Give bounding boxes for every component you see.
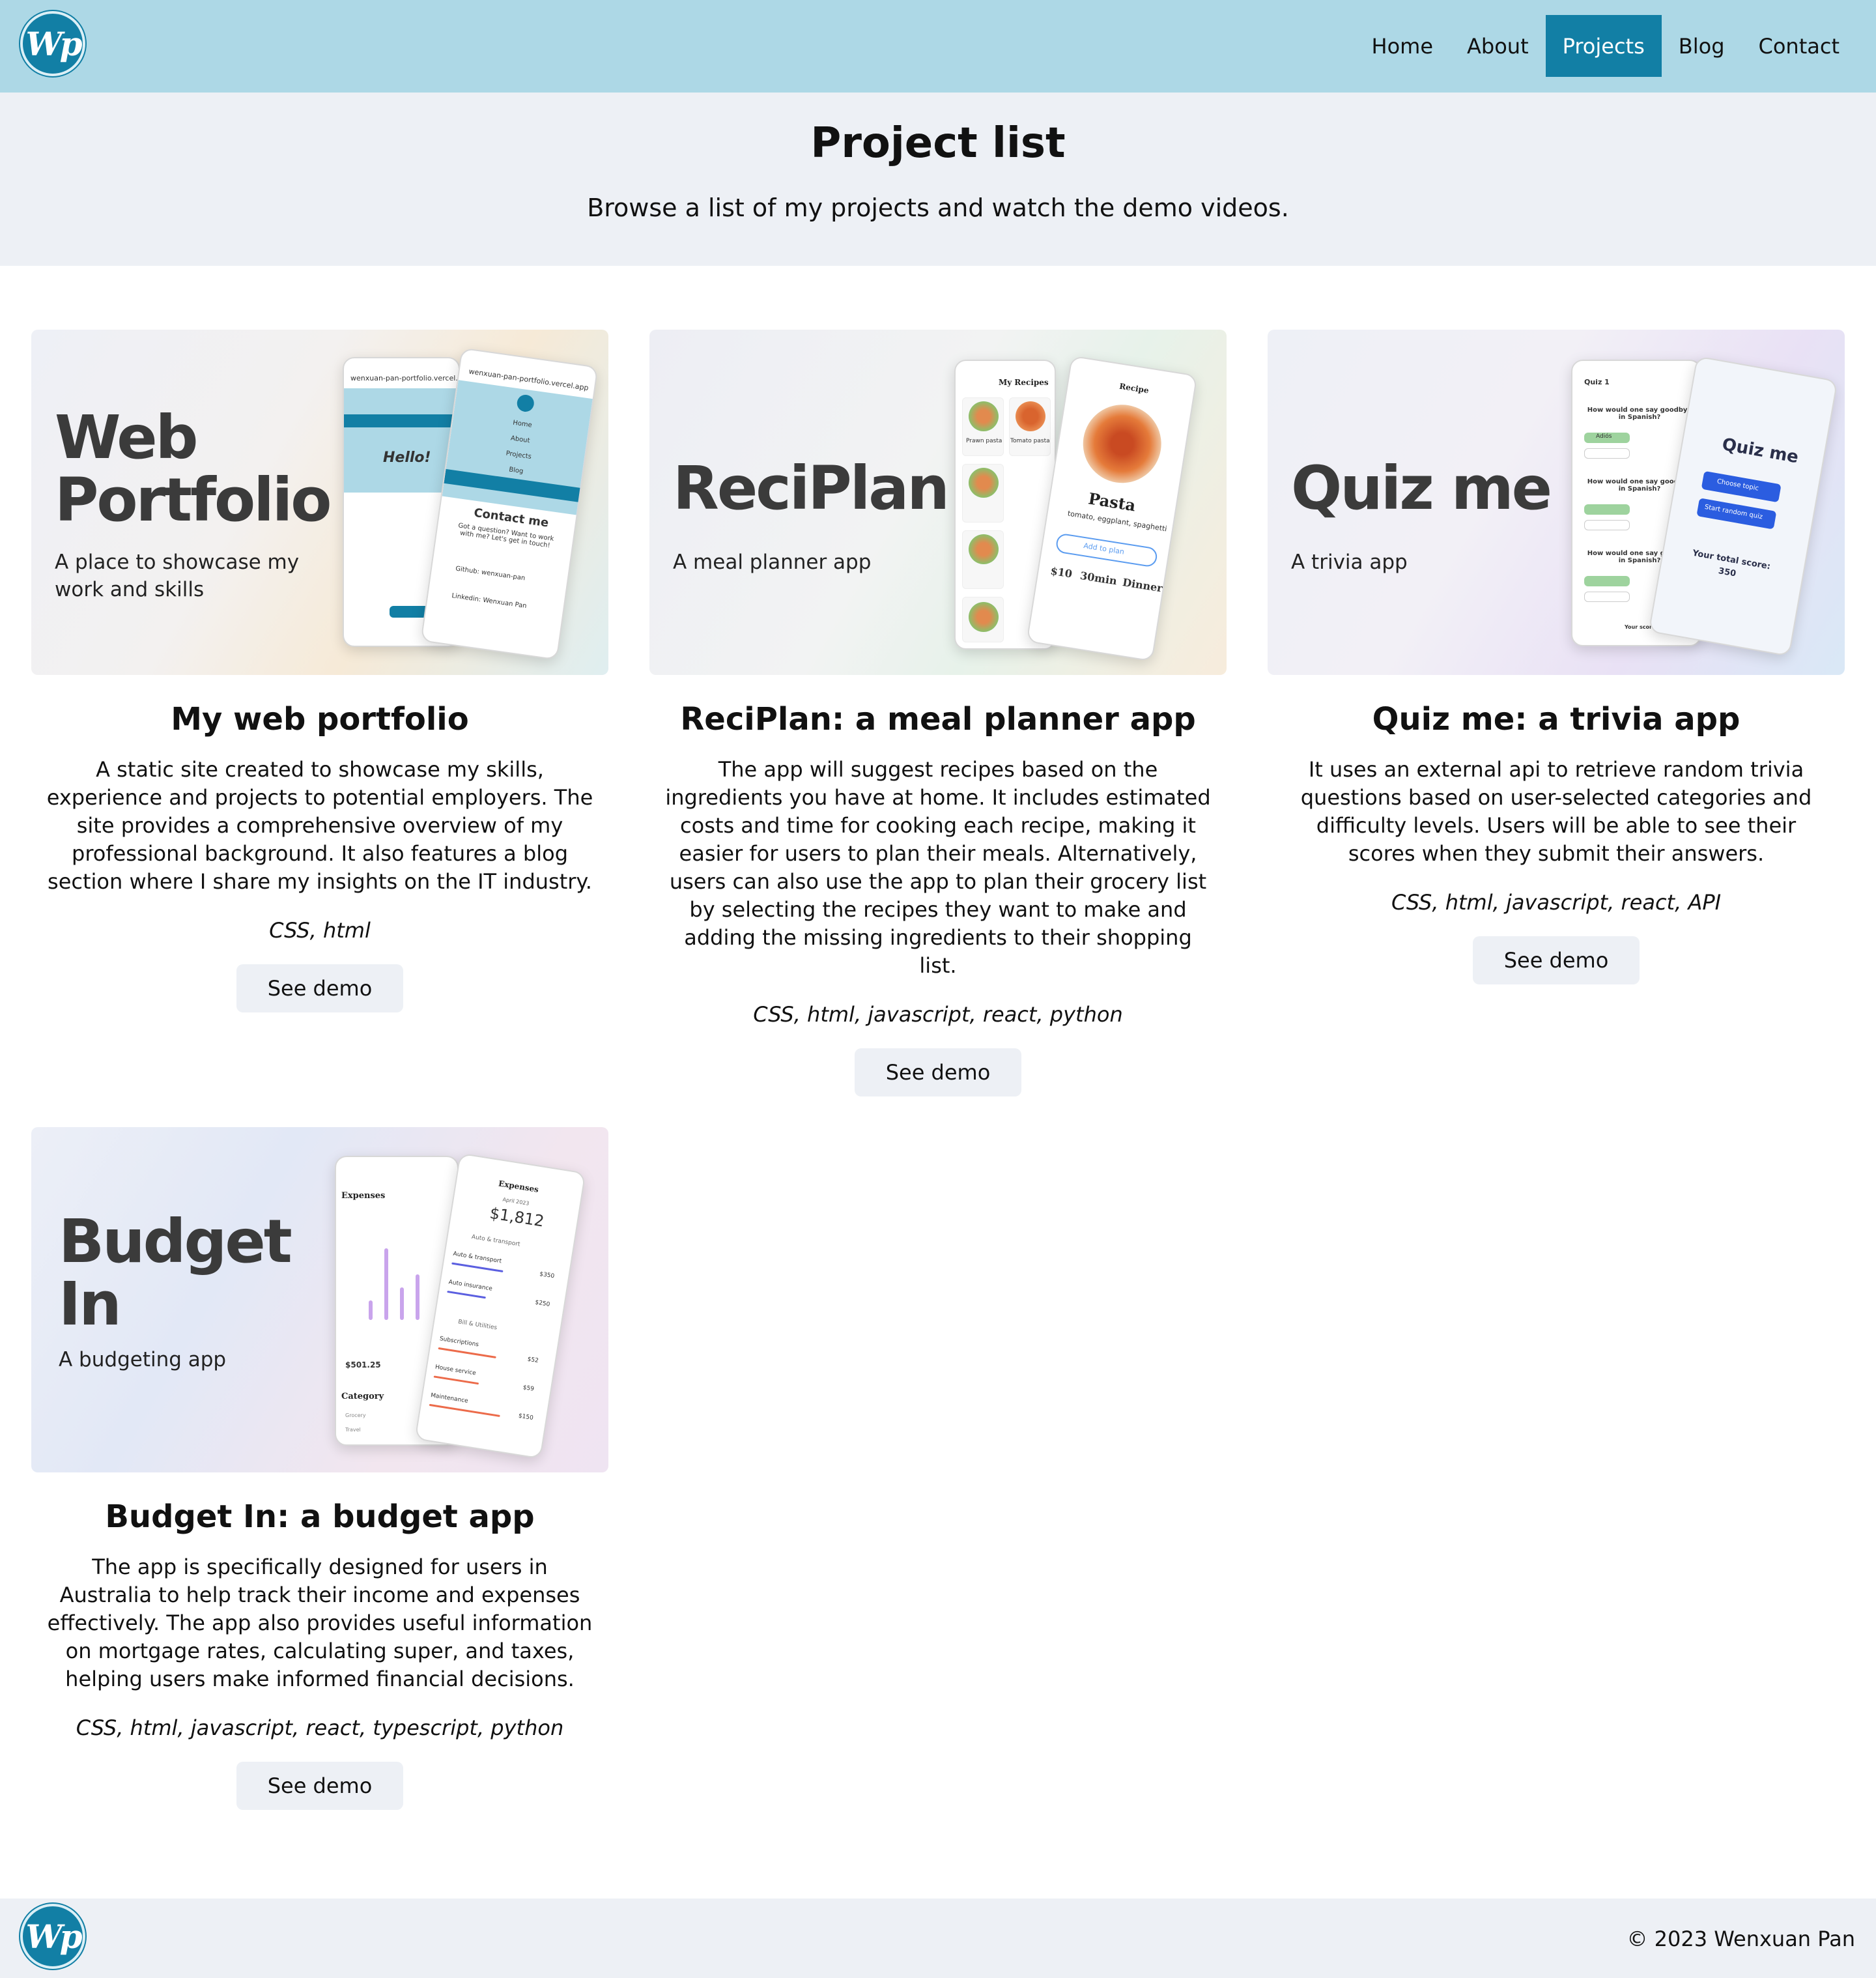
- project-card-budget-in: Budget In A budgeting app Expenses $501.…: [31, 1127, 608, 1810]
- mini-row-label: House service: [434, 1364, 477, 1377]
- project-title: Budget In: a budget app: [105, 1498, 535, 1535]
- page-subtitle: Browse a list of my projects and watch t…: [587, 194, 1289, 222]
- project-card-web-portfolio: Web Portfolio A place to showcase my wor…: [31, 330, 608, 1012]
- nav-link-about[interactable]: About: [1450, 15, 1546, 77]
- see-demo-button[interactable]: See demo: [855, 1048, 1021, 1096]
- thumb-title-line: ReciPlan: [673, 453, 950, 523]
- mini-screen-title: Expenses: [498, 1179, 539, 1194]
- project-tech-stack: CSS, html, javascript, react, python: [753, 1002, 1123, 1027]
- thumb-tagline: A place to showcase my: [55, 551, 300, 574]
- mini-row-value: $59: [522, 1384, 535, 1393]
- see-demo-button[interactable]: See demo: [1473, 936, 1640, 984]
- mini-github: Github: wenxuan-pan: [455, 565, 526, 582]
- site-footer: Wp © 2023 Wenxuan Pan: [0, 1899, 1876, 1978]
- mini-recipe-name: Prawn pasta: [966, 438, 1002, 444]
- nav-link-blog[interactable]: Blog: [1662, 15, 1742, 77]
- nav-menu: Home About Projects Blog Contact: [1355, 15, 1857, 77]
- mini-screen-title: Recipe: [1118, 381, 1150, 395]
- mini-row-value: $350: [539, 1270, 555, 1280]
- mini-screen-title: Quiz me: [1720, 435, 1800, 468]
- thumb-title-line: Budget: [59, 1207, 292, 1276]
- mini-row-label: Auto & transport: [452, 1250, 502, 1265]
- project-title: ReciPlan: a meal planner app: [680, 701, 1196, 738]
- mini-category-item: Travel: [345, 1427, 361, 1433]
- mini-category-item: Grocery: [345, 1412, 366, 1418]
- project-thumbnail[interactable]: Web Portfolio A place to showcase my wor…: [31, 330, 608, 675]
- thumb-tagline: A budgeting app: [59, 1348, 227, 1371]
- mini-score-value: 350: [1717, 566, 1737, 579]
- project-description: It uses an external api to retrieve rand…: [1300, 757, 1812, 866]
- top-navbar: Wp Home About Projects Blog Contact: [0, 0, 1876, 93]
- mini-ingredients: tomato, eggplant, spaghetti: [1066, 509, 1168, 534]
- mini-row-value: $250: [534, 1299, 550, 1308]
- project-tech-stack: CSS, html, javascript, react, API: [1391, 890, 1722, 915]
- project-card-reciplan: ReciPlan A meal planner app My Recipes P…: [649, 330, 1227, 1096]
- mini-row-label: Subscriptions: [439, 1336, 479, 1349]
- mini-month: April 2023: [502, 1196, 530, 1207]
- thumb-title-line: Web: [55, 403, 198, 472]
- mini-row-value: $52: [526, 1356, 539, 1365]
- mini-time: 30min: [1079, 569, 1118, 588]
- mini-category-title: Category: [341, 1392, 384, 1401]
- thumb-tagline: A trivia app: [1291, 551, 1408, 574]
- project-title: My web portfolio: [171, 701, 469, 738]
- mini-group: Bill & Utilities: [457, 1319, 498, 1332]
- page-header: Project list Browse a list of my project…: [0, 93, 1876, 266]
- mini-row-label: Auto insurance: [448, 1279, 493, 1293]
- thumb-tagline: A meal planner app: [673, 551, 872, 574]
- project-thumbnail[interactable]: ReciPlan A meal planner app My Recipes P…: [649, 330, 1227, 675]
- mini-cost: $10: [1049, 564, 1073, 580]
- mini-question: How would one say goodbye in Spanish?: [1587, 407, 1692, 421]
- mini-recipe-name: Tomato pasta: [1010, 438, 1050, 444]
- project-tech-stack: CSS, html: [269, 918, 371, 943]
- thumb-title-line: In: [59, 1269, 122, 1339]
- thumb-title-line: Portfolio: [55, 465, 332, 535]
- nav-link-home[interactable]: Home: [1355, 15, 1451, 77]
- mini-screen-title: My Recipes: [999, 378, 1049, 387]
- project-description: The app is specifically designed for use…: [47, 1555, 593, 1691]
- thumb-tagline: work and skills: [55, 578, 205, 601]
- mini-amount: $1,812: [488, 1203, 546, 1231]
- footer-logo[interactable]: Wp: [20, 1904, 85, 1969]
- mini-row-value: $150: [518, 1412, 534, 1422]
- project-thumbnail[interactable]: Quiz me A trivia app Quiz 1 How would on…: [1268, 330, 1845, 675]
- mini-dish-title: Pasta: [1087, 489, 1137, 515]
- mini-linkedin: Linkedin: Wenxuan Pan: [451, 592, 528, 610]
- project-card-quiz-me: Quiz me A trivia app Quiz 1 How would on…: [1268, 330, 1845, 984]
- mini-group: Auto & transport: [471, 1233, 521, 1248]
- logo-monogram: Wp: [25, 1917, 82, 1956]
- page-title: Project list: [810, 119, 1066, 167]
- logo-monogram: Wp: [25, 24, 82, 63]
- mini-row-label: Maintenance: [430, 1392, 469, 1405]
- copyright-text: © 2023 Wenxuan Pan: [1627, 1927, 1855, 1951]
- mini-answer: Adiós: [1596, 433, 1612, 440]
- project-description: A static site created to showcase my ski…: [46, 757, 593, 894]
- url-bar: wenxuan-pan-portfolio.vercel.app: [350, 374, 460, 382]
- site-logo[interactable]: Wp: [20, 11, 85, 76]
- mini-total: $501.25: [345, 1360, 381, 1369]
- project-tech-stack: CSS, html, javascript, react, typescript…: [76, 1715, 564, 1740]
- nav-link-contact[interactable]: Contact: [1742, 15, 1857, 77]
- project-thumbnail[interactable]: Budget In A budgeting app Expenses $501.…: [31, 1127, 608, 1472]
- mini-screen-title: Expenses: [341, 1191, 386, 1201]
- thumb-title-line: Quiz me: [1291, 453, 1552, 523]
- project-title: Quiz me: a trivia app: [1372, 701, 1741, 738]
- mini-quiz-label: Quiz 1: [1584, 378, 1610, 386]
- project-description: The app will suggest recipes based on th…: [665, 757, 1211, 978]
- see-demo-button[interactable]: See demo: [236, 964, 403, 1012]
- nav-link-projects[interactable]: Projects: [1545, 15, 1662, 77]
- see-demo-button[interactable]: See demo: [236, 1762, 403, 1810]
- mini-meal: Dinner: [1122, 576, 1164, 595]
- hello-text: Hello!: [383, 450, 431, 466]
